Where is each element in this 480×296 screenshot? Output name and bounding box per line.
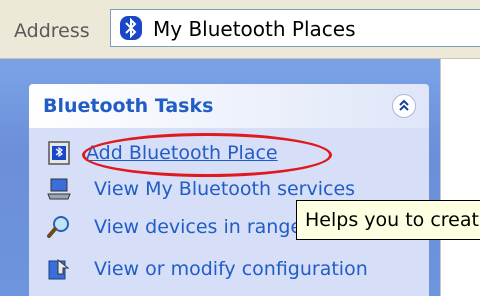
content-area [440, 59, 480, 296]
config-icon [48, 258, 70, 280]
collapse-button[interactable] [392, 94, 416, 118]
laptop-icon [47, 178, 71, 200]
address-value: My Bluetooth Places [153, 17, 356, 41]
task-modify-configuration[interactable]: View or modify configuration [46, 254, 426, 284]
task-label[interactable]: View My Bluetooth services [94, 178, 355, 200]
address-field[interactable]: My Bluetooth Places [110, 9, 480, 47]
tooltip: Helps you to create [296, 200, 480, 240]
task-add-bluetooth-place[interactable]: Add Bluetooth Place [46, 138, 426, 168]
magnifier-icon [47, 216, 69, 238]
address-bar: Address My Bluetooth Places [0, 0, 480, 59]
group-title: Bluetooth Tasks [43, 95, 214, 117]
task-label[interactable]: Add Bluetooth Place [86, 142, 278, 164]
tooltip-text: Helps you to create [305, 209, 480, 231]
task-label[interactable]: View devices in range [94, 216, 302, 238]
address-label: Address [14, 20, 90, 42]
task-label[interactable]: View or modify configuration [94, 258, 368, 280]
chevron-up-double-icon [399, 99, 409, 111]
bluetooth-icon [120, 16, 142, 40]
group-header[interactable]: Bluetooth Tasks [29, 84, 429, 128]
add-place-icon [48, 141, 70, 165]
